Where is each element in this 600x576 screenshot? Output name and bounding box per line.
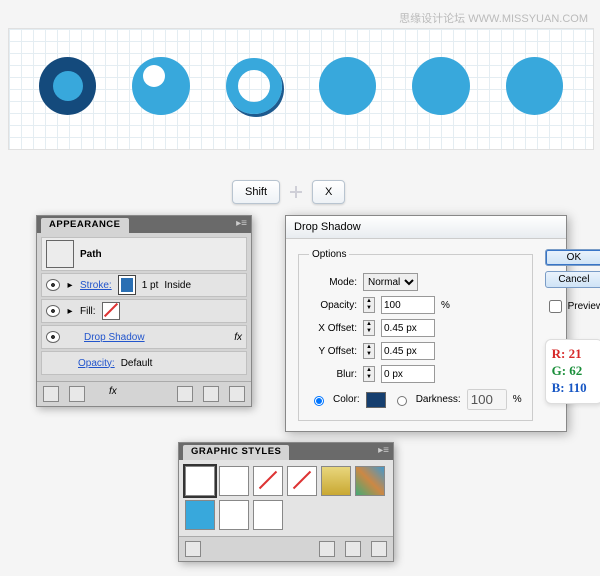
stroke-row[interactable]: ▸ Stroke: 1 pt Inside <box>41 273 247 297</box>
circle-open-ring <box>226 57 283 115</box>
rgb-annotation: R: 21 G: 62 B: 110 <box>545 339 600 404</box>
fill-row[interactable]: ▸ Fill: <box>41 299 247 323</box>
percent-label: % <box>441 300 450 311</box>
graphic-styles-tab[interactable]: GRAPHIC STYLES <box>183 445 289 460</box>
circle-flat <box>506 57 563 115</box>
color-label: Color: <box>333 394 360 405</box>
style-default[interactable] <box>185 466 215 496</box>
visibility-icon[interactable] <box>46 305 60 317</box>
x-key: X <box>312 180 345 204</box>
color-radio[interactable] <box>314 396 324 406</box>
group-label: Options <box>309 249 349 260</box>
mode-select[interactable]: Normal <box>363 273 418 291</box>
fill-swatch-none[interactable] <box>102 302 120 320</box>
blur-input[interactable] <box>381 365 435 383</box>
opacity-label: Opacity: <box>309 300 357 311</box>
style-blue[interactable] <box>185 500 215 530</box>
library-menu-icon[interactable] <box>185 541 201 557</box>
thumbnail-swatch <box>46 240 74 268</box>
style-outline[interactable] <box>253 500 283 530</box>
rgb-b: B: 110 <box>552 380 597 397</box>
appearance-tab[interactable]: APPEARANCE <box>41 218 129 233</box>
style-none[interactable] <box>253 466 283 496</box>
xoffset-input[interactable] <box>381 319 435 337</box>
darkness-input <box>467 389 507 410</box>
fill-label: Fill: <box>80 306 96 317</box>
spinner[interactable]: ▲▼ <box>363 366 375 382</box>
opacity-input[interactable] <box>381 296 435 314</box>
new-art-toggle[interactable] <box>43 386 59 402</box>
style-outline[interactable] <box>219 500 249 530</box>
opacity-row[interactable]: Opacity: Default <box>41 351 247 375</box>
cancel-button[interactable]: Cancel <box>545 271 600 288</box>
xoffset-label: X Offset: <box>309 323 357 334</box>
panel-menu-icon[interactable]: ▸≡ <box>236 218 247 229</box>
style-blank[interactable] <box>219 466 249 496</box>
add-effect-icon[interactable]: fx <box>109 386 117 402</box>
preview-label: Preview <box>568 301 600 312</box>
darkness-radio[interactable] <box>397 396 407 406</box>
stroke-link[interactable]: Stroke: <box>80 280 112 291</box>
blur-label: Blur: <box>309 369 357 380</box>
rgb-r: R: 21 <box>552 346 597 363</box>
visibility-icon[interactable] <box>46 331 60 343</box>
object-type: Path <box>80 249 102 260</box>
rgb-g: G: 62 <box>552 363 597 380</box>
trash-icon[interactable] <box>229 386 245 402</box>
style-gold[interactable] <box>321 466 351 496</box>
target-row[interactable]: Path <box>41 237 247 271</box>
yoffset-label: Y Offset: <box>309 346 357 357</box>
appearance-panel: APPEARANCE ▸≡ Path ▸ Stroke: 1 pt Inside… <box>36 215 252 407</box>
mode-label: Mode: <box>309 277 357 288</box>
disclosure-icon[interactable]: ▸ <box>66 307 74 315</box>
disclosure-icon[interactable]: ▸ <box>66 281 74 289</box>
shift-key: Shift <box>232 180 280 204</box>
preview-checkbox[interactable] <box>549 300 562 313</box>
spinner[interactable]: ▲▼ <box>363 343 375 359</box>
opacity-link[interactable]: Opacity: <box>78 358 115 369</box>
circle-flat <box>412 57 469 115</box>
options-group: Options Mode: Normal Opacity: ▲▼ % X Off… <box>298 249 533 421</box>
color-swatch[interactable] <box>366 392 386 408</box>
dialog-title: Drop Shadow <box>286 216 566 239</box>
ok-button[interactable]: OK <box>545 249 600 266</box>
yoffset-input[interactable] <box>381 342 435 360</box>
stroke-layer-icon[interactable] <box>69 386 85 402</box>
appearance-footer: fx <box>37 381 251 406</box>
trash-icon[interactable] <box>371 541 387 557</box>
stroke-align: Inside <box>164 280 191 291</box>
duplicate-icon[interactable] <box>203 386 219 402</box>
style-none[interactable] <box>287 466 317 496</box>
canvas-grid <box>8 28 594 150</box>
style-foliage[interactable] <box>355 466 385 496</box>
graphic-styles-footer <box>179 536 393 561</box>
effect-row[interactable]: Drop Shadow fx <box>41 325 247 349</box>
clear-icon[interactable] <box>177 386 193 402</box>
plus-icon <box>288 184 304 200</box>
drop-shadow-dialog: Drop Shadow Options Mode: Normal Opacity… <box>285 215 567 432</box>
opacity-value: Default <box>121 358 153 369</box>
circle-flat <box>319 57 376 115</box>
visibility-icon[interactable] <box>46 279 60 291</box>
effect-link[interactable]: Drop Shadow <box>84 332 145 343</box>
fx-icon[interactable]: fx <box>234 332 242 343</box>
shortcut-hint: Shift X <box>232 180 345 204</box>
panel-menu-icon[interactable]: ▸≡ <box>378 445 389 456</box>
stroke-swatch[interactable] <box>118 276 136 294</box>
spinner[interactable]: ▲▼ <box>363 297 375 313</box>
circle-highlight <box>132 57 189 115</box>
watermark: 思缘设计论坛 WWW.MISSYUAN.COM <box>399 10 588 26</box>
darkness-label: Darkness: <box>416 394 461 405</box>
graphic-styles-panel: GRAPHIC STYLES ▸≡ <box>178 442 394 562</box>
stroke-weight: 1 pt <box>142 280 159 291</box>
percent-label: % <box>513 394 522 405</box>
new-style-icon[interactable] <box>345 541 361 557</box>
circle-ring-dark <box>39 57 96 115</box>
spinner[interactable]: ▲▼ <box>363 320 375 336</box>
circle-samples <box>9 29 593 143</box>
break-link-icon[interactable] <box>319 541 335 557</box>
